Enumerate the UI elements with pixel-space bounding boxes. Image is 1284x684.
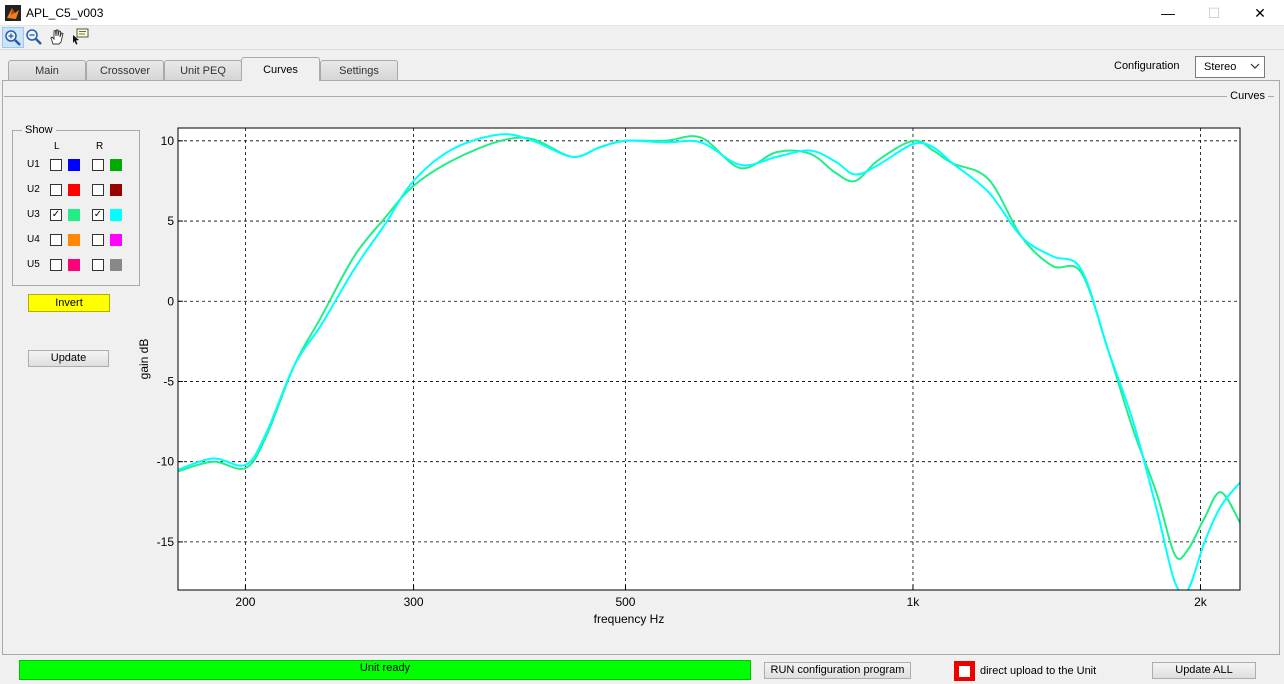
color-swatch-left-u1 — [68, 159, 80, 171]
checkbox-right-u5[interactable] — [92, 259, 104, 271]
curves-group-frame — [4, 96, 1274, 648]
matlab-app-icon — [5, 5, 21, 21]
show-panel-title: Show — [22, 124, 56, 136]
maximize-button[interactable]: ☐ — [1191, 0, 1237, 26]
color-swatch-right-u3 — [110, 209, 122, 221]
checkbox-right-u1[interactable] — [92, 159, 104, 171]
color-swatch-left-u4 — [68, 234, 80, 246]
row-label-u4: U4 — [27, 234, 40, 245]
tab-crossover[interactable]: Crossover — [86, 60, 164, 80]
window-title: APL_C5_v003 — [26, 6, 104, 20]
checkbox-right-u3[interactable]: ✓ — [92, 209, 104, 221]
tab-settings[interactable]: Settings — [320, 60, 398, 80]
figure-toolbar — [0, 26, 1284, 50]
run-configuration-button[interactable]: RUN configuration program — [764, 662, 911, 679]
configuration-value: Stereo — [1204, 61, 1237, 73]
zoom-out-icon[interactable] — [24, 27, 46, 48]
update-all-button[interactable]: Update ALL — [1152, 662, 1256, 679]
tab-unit-peq[interactable]: Unit PEQ — [164, 60, 242, 80]
checkbox-left-u4[interactable] — [50, 234, 62, 246]
checkbox-right-u2[interactable] — [92, 184, 104, 196]
chevron-down-icon — [1250, 63, 1260, 69]
row-label-u5: U5 — [27, 259, 40, 270]
configuration-select[interactable]: Stereo — [1195, 56, 1265, 78]
checkbox-left-u3[interactable]: ✓ — [50, 209, 62, 221]
tab-main[interactable]: Main — [8, 60, 86, 80]
tab-curves[interactable]: Curves — [241, 57, 320, 81]
minimize-button[interactable]: — — [1145, 0, 1191, 26]
checkbox-left-u5[interactable] — [50, 259, 62, 271]
color-swatch-right-u5 — [110, 259, 122, 271]
color-swatch-left-u3 — [68, 209, 80, 221]
color-swatch-right-u1 — [110, 159, 122, 171]
left-column-header: L — [54, 141, 60, 152]
direct-upload-checkbox-inner — [959, 666, 970, 677]
color-swatch-left-u2 — [68, 184, 80, 196]
row-label-u2: U2 — [27, 184, 40, 195]
status-bar: Unit ready — [19, 660, 751, 680]
direct-upload-checkbox[interactable] — [954, 661, 975, 681]
checkbox-left-u2[interactable] — [50, 184, 62, 196]
configuration-label: Configuration — [1114, 60, 1180, 72]
curves-group-title: Curves — [1227, 90, 1268, 102]
color-swatch-right-u2 — [110, 184, 122, 196]
title-bar: APL_C5_v003 — ☐ ✕ — [0, 0, 1284, 26]
data-cursor-icon[interactable] — [70, 27, 92, 48]
checkbox-left-u1[interactable] — [50, 159, 62, 171]
direct-upload-label: direct upload to the Unit — [980, 665, 1097, 677]
invert-button[interactable]: Invert — [28, 294, 110, 312]
row-label-u1: U1 — [27, 159, 40, 170]
row-label-u3: U3 — [27, 209, 40, 220]
right-column-header: R — [96, 141, 104, 152]
checkbox-right-u4[interactable] — [92, 234, 104, 246]
close-button[interactable]: ✕ — [1237, 0, 1283, 26]
update-button[interactable]: Update — [28, 350, 109, 367]
zoom-in-icon[interactable] — [2, 27, 24, 48]
color-swatch-right-u4 — [110, 234, 122, 246]
color-swatch-left-u5 — [68, 259, 80, 271]
pan-hand-icon[interactable] — [47, 27, 69, 48]
